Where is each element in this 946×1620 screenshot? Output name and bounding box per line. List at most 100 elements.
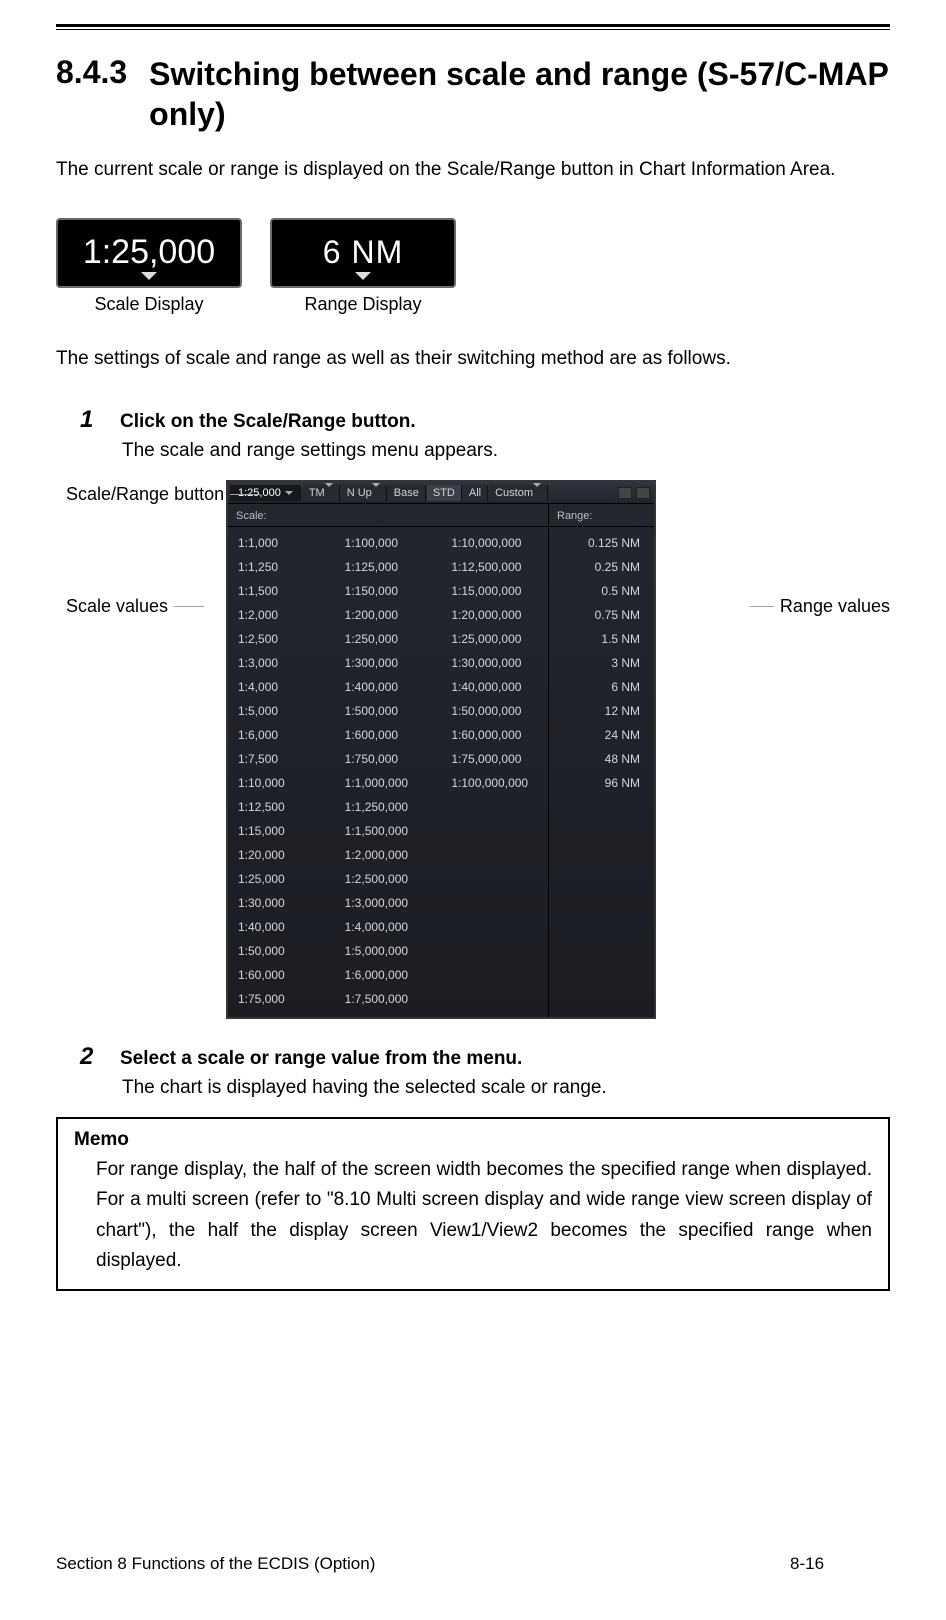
callout-scale-range-button: Scale/Range button bbox=[66, 484, 260, 505]
intro-text: The current scale or range is displayed … bbox=[56, 156, 890, 184]
nup-select[interactable]: N Up bbox=[341, 485, 387, 501]
scale-option[interactable]: 1:2,000 bbox=[228, 603, 335, 627]
scale-option[interactable]: 1:12,500 bbox=[228, 795, 335, 819]
scale-option[interactable]: 1:300,000 bbox=[335, 651, 442, 675]
scale-option[interactable]: 1:15,000 bbox=[228, 819, 335, 843]
range-option[interactable]: 0.25 NM bbox=[549, 555, 654, 579]
scale-option[interactable]: 1:75,000,000 bbox=[441, 747, 548, 771]
scale-display-col: 1:25,000 Scale Display bbox=[56, 218, 242, 315]
scale-option[interactable]: 1:75,000 bbox=[228, 987, 335, 1011]
scale-option[interactable]: 1:25,000,000 bbox=[441, 627, 548, 651]
scale-option[interactable]: 1:5,000,000 bbox=[335, 939, 442, 963]
scale-option[interactable]: 1:600,000 bbox=[335, 723, 442, 747]
scale-option[interactable]: 1:60,000,000 bbox=[441, 723, 548, 747]
scale-option[interactable]: 1:1,250 bbox=[228, 555, 335, 579]
all-button[interactable]: All bbox=[463, 485, 488, 501]
scale-option[interactable]: 1:50,000 bbox=[228, 939, 335, 963]
scale-option[interactable]: 1:1,250,000 bbox=[335, 795, 442, 819]
step2-desc: The chart is displayed having the select… bbox=[122, 1077, 890, 1099]
scale-option[interactable]: 1:5,000 bbox=[228, 699, 335, 723]
range-panel: Range: 0.125 NM0.25 NM0.5 NM0.75 NM1.5 N… bbox=[548, 504, 654, 1017]
scale-option[interactable]: 1:1,500 bbox=[228, 579, 335, 603]
scale-option[interactable]: 1:2,000,000 bbox=[335, 843, 442, 867]
scale-option[interactable]: 1:3,000 bbox=[228, 651, 335, 675]
toolbar-icon-2[interactable] bbox=[636, 487, 650, 499]
scale-option[interactable]: 1:150,000 bbox=[335, 579, 442, 603]
lead2-text: The settings of scale and range as well … bbox=[56, 345, 890, 373]
chevron-down-icon bbox=[355, 272, 371, 280]
rule-thin bbox=[56, 29, 890, 30]
scale-option[interactable]: 1:1,000,000 bbox=[335, 771, 442, 795]
scale-option[interactable]: 1:20,000 bbox=[228, 843, 335, 867]
scale-option[interactable]: 1:100,000,000 bbox=[441, 771, 548, 795]
section-heading: 8.4.3 Switching between scale and range … bbox=[56, 54, 890, 134]
scale-option[interactable]: 1:750,000 bbox=[335, 747, 442, 771]
scale-option[interactable]: 1:30,000,000 bbox=[441, 651, 548, 675]
range-option[interactable]: 96 NM bbox=[549, 771, 654, 795]
scale-option[interactable]: 1:40,000 bbox=[228, 915, 335, 939]
steps: 1 Click on the Scale/Range button. The s… bbox=[56, 406, 890, 1099]
scale-option[interactable]: 1:10,000 bbox=[228, 771, 335, 795]
scale-option[interactable]: 1:200,000 bbox=[335, 603, 442, 627]
range-option[interactable]: 24 NM bbox=[549, 723, 654, 747]
range-option[interactable]: 0.75 NM bbox=[549, 603, 654, 627]
scale-option[interactable]: 1:25,000 bbox=[228, 867, 335, 891]
scale-option[interactable]: 1:2,500,000 bbox=[335, 867, 442, 891]
step1-title: Click on the Scale/Range button. bbox=[120, 411, 416, 433]
heading-title: Switching between scale and range (S-57/… bbox=[149, 54, 890, 134]
memo-title: Memo bbox=[74, 1129, 872, 1151]
range-option[interactable]: 3 NM bbox=[549, 651, 654, 675]
scale-option[interactable]: 1:250,000 bbox=[335, 627, 442, 651]
range-option[interactable]: 48 NM bbox=[549, 747, 654, 771]
toolbar-icon-1[interactable] bbox=[618, 487, 632, 499]
scale-option[interactable]: 1:100,000 bbox=[335, 531, 442, 555]
scale-option[interactable]: 1:7,500,000 bbox=[335, 987, 442, 1011]
custom-select[interactable]: Custom bbox=[489, 485, 548, 501]
scale-option[interactable]: 1:125,000 bbox=[335, 555, 442, 579]
tm-select[interactable]: TM bbox=[303, 485, 340, 501]
scale-display-button[interactable]: 1:25,000 bbox=[56, 218, 242, 288]
scale-option[interactable]: 1:1,500,000 bbox=[335, 819, 442, 843]
chevron-down-icon bbox=[141, 272, 157, 280]
scale-option[interactable]: 1:10,000,000 bbox=[441, 531, 548, 555]
scale-option[interactable]: 1:40,000,000 bbox=[441, 675, 548, 699]
scale-option[interactable]: 1:7,500 bbox=[228, 747, 335, 771]
range-option[interactable]: 0.125 NM bbox=[549, 531, 654, 555]
step1-number: 1 bbox=[80, 406, 104, 434]
scale-option[interactable]: 1:4,000,000 bbox=[335, 915, 442, 939]
range-option[interactable]: 12 NM bbox=[549, 699, 654, 723]
scale-option[interactable]: 1:30,000 bbox=[228, 891, 335, 915]
step2-title: Select a scale or range value from the m… bbox=[120, 1048, 522, 1070]
range-option[interactable]: 0.5 NM bbox=[549, 579, 654, 603]
scale-option[interactable]: 1:400,000 bbox=[335, 675, 442, 699]
scale-option[interactable]: 1:50,000,000 bbox=[441, 699, 548, 723]
range-display-col: 6 NM Range Display bbox=[270, 218, 456, 315]
scale-panel: Scale: 1:1,0001:1,2501:1,5001:2,0001:2,5… bbox=[228, 504, 548, 1017]
scale-option[interactable]: 1:6,000,000 bbox=[335, 963, 442, 987]
scale-option[interactable]: 1:1,000 bbox=[228, 531, 335, 555]
rule-thick bbox=[56, 24, 890, 27]
scale-option[interactable]: 1:60,000 bbox=[228, 963, 335, 987]
scale-option[interactable]: 1:4,000 bbox=[228, 675, 335, 699]
chevron-down-icon bbox=[533, 483, 541, 499]
scale-option[interactable]: 1:20,000,000 bbox=[441, 603, 548, 627]
range-option[interactable]: 1.5 NM bbox=[549, 627, 654, 651]
callout-line bbox=[230, 494, 260, 495]
base-button[interactable]: Base bbox=[388, 485, 426, 501]
range-display-button[interactable]: 6 NM bbox=[270, 218, 456, 288]
scale-option[interactable]: 1:15,000,000 bbox=[441, 579, 548, 603]
step-2: 2 Select a scale or range value from the… bbox=[80, 1043, 890, 1099]
footer-section: Section 8 Functions of the ECDIS (Option… bbox=[56, 1554, 790, 1574]
std-button[interactable]: STD bbox=[427, 485, 462, 501]
scale-panel-header: Scale: bbox=[228, 508, 548, 527]
scale-option[interactable]: 1:6,000 bbox=[228, 723, 335, 747]
step2-number: 2 bbox=[80, 1043, 104, 1071]
scale-option[interactable]: 1:500,000 bbox=[335, 699, 442, 723]
scale-option[interactable]: 1:3,000,000 bbox=[335, 891, 442, 915]
range-option[interactable]: 6 NM bbox=[549, 675, 654, 699]
scale-option[interactable]: 1:12,500,000 bbox=[441, 555, 548, 579]
range-panel-header: Range: bbox=[549, 508, 654, 527]
scale-option[interactable]: 1:2,500 bbox=[228, 627, 335, 651]
page-footer: Section 8 Functions of the ECDIS (Option… bbox=[56, 1554, 890, 1574]
menu-toolbar: 1:25,000 TM N Up Base STD All Custom bbox=[228, 482, 654, 504]
